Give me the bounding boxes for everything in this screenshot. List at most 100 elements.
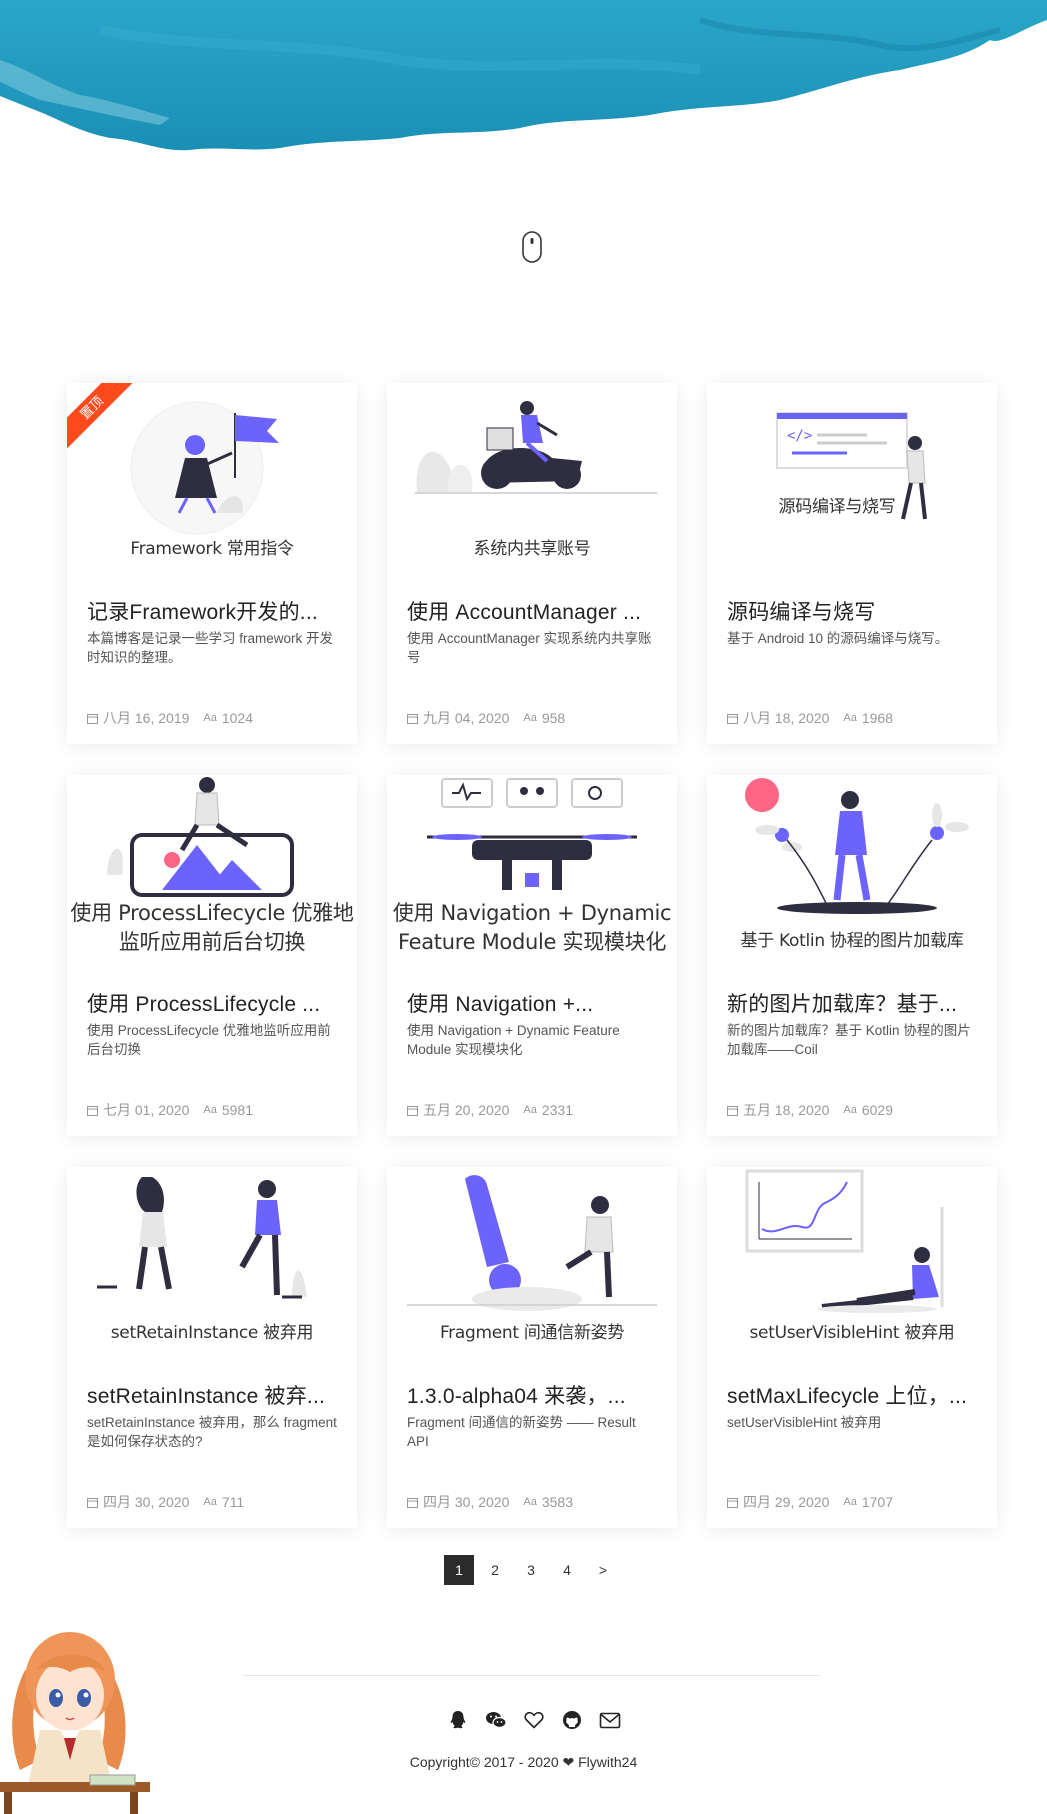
post-meta: 四月 29, 2020 Aa 1707 xyxy=(727,1492,907,1512)
post-date: 四月 30, 2020 xyxy=(87,1492,189,1512)
wechat-icon[interactable] xyxy=(482,1707,510,1733)
post-excerpt: 新的图片加载库？基于 Kotlin 协程的图片加载库——Coil xyxy=(727,1023,971,1057)
post-date-text: 八月 16, 2019 xyxy=(103,710,190,726)
post-views-count: 3583 xyxy=(541,1494,574,1510)
github-icon[interactable] xyxy=(558,1707,586,1733)
post-card[interactable]: setRetainInstance 被弃用 setRetainInstance … xyxy=(67,1167,357,1528)
post-date-text: 五月 18, 2020 xyxy=(743,1102,830,1118)
post-views: Aa 1024 xyxy=(203,710,253,726)
post-views-count: 711 xyxy=(221,1494,245,1510)
post-views: Aa 5981 xyxy=(203,1102,253,1118)
qq-icon[interactable] xyxy=(444,1707,472,1733)
post-views-count: 1024 xyxy=(221,710,254,726)
post-meta: 八月 18, 2020 Aa 1968 xyxy=(727,708,907,728)
calendar-icon xyxy=(407,1105,418,1116)
post-meta: 四月 30, 2020 Aa 711 xyxy=(87,1492,258,1512)
thumbnail-caption: setRetainInstance 被弃用 xyxy=(110,1323,314,1343)
post-views: Aa 6029 xyxy=(843,1102,893,1118)
post-date: 五月 18, 2020 xyxy=(727,1100,829,1120)
post-card[interactable]: Framework 常用指令 置顶 记录Framework开发的... 本篇博客… xyxy=(67,383,357,744)
post-date-text: 九月 04, 2020 xyxy=(423,710,510,726)
calendar-icon xyxy=(87,1105,98,1116)
thumbnail-caption: 使用 Navigation + Dynamic Feature Module 实… xyxy=(392,901,672,954)
views-icon: Aa xyxy=(523,1104,537,1116)
post-excerpt: setUserVisibleHint 被弃用 xyxy=(727,1415,882,1430)
post-title[interactable]: 记录Framework开发的... xyxy=(87,596,339,626)
post-views-count: 1707 xyxy=(861,1494,894,1510)
post-date-text: 四月 30, 2020 xyxy=(103,1494,190,1510)
post-title[interactable]: 源码编译与烧写 xyxy=(727,596,979,626)
post-views-count: 2331 xyxy=(541,1102,574,1118)
post-views: Aa 2331 xyxy=(523,1102,573,1118)
calendar-icon xyxy=(727,713,738,724)
views-icon: Aa xyxy=(203,1496,217,1508)
calendar-icon xyxy=(727,1497,738,1508)
post-title[interactable]: 使用 AccountManager ... xyxy=(407,596,659,626)
calendar-icon xyxy=(407,1497,418,1508)
post-date-text: 八月 18, 2020 xyxy=(743,710,830,726)
post-title[interactable]: setMaxLifecycle 上位，... xyxy=(727,1380,979,1410)
svg-text:</>: </> xyxy=(787,428,812,444)
post-card[interactable]: 基于 Kotlin 协程的图片加载库 新的图片加载库？基于... 新的图片加载库… xyxy=(707,775,997,1136)
post-date-text: 七月 01, 2020 xyxy=(103,1102,190,1118)
views-icon: Aa xyxy=(843,1104,857,1116)
post-card[interactable]: 系统内共享账号 使用 AccountManager ... 使用 Account… xyxy=(387,383,677,744)
post-date: 八月 18, 2020 xyxy=(727,708,829,728)
thumbnail-caption: Framework 常用指令 xyxy=(130,539,294,559)
calendar-icon xyxy=(87,1497,98,1508)
post-meta: 五月 18, 2020 Aa 6029 xyxy=(727,1100,907,1120)
thumbnail-caption: 源码编译与烧写 xyxy=(778,497,896,517)
post-thumbnail: 系统内共享账号 xyxy=(387,383,677,573)
post-excerpt: 使用 ProcessLifecycle 优雅地监听应用前后台切换 xyxy=(87,1023,331,1057)
post-thumbnail: setRetainInstance 被弃用 xyxy=(67,1167,357,1357)
heart-icon[interactable] xyxy=(520,1707,548,1733)
thumbnail-caption: 使用 ProcessLifecycle 优雅地监听应用前后台切换 xyxy=(70,901,354,954)
page-2-button[interactable]: 2 xyxy=(480,1555,510,1585)
post-thumbnail: 使用 Navigation + Dynamic Feature Module 实… xyxy=(387,775,677,965)
post-title[interactable]: setRetainInstance 被弃... xyxy=(87,1380,339,1410)
post-meta: 五月 20, 2020 Aa 2331 xyxy=(407,1100,587,1120)
views-icon: Aa xyxy=(843,1496,857,1508)
page-4-button[interactable]: 4 xyxy=(552,1555,582,1585)
post-thumbnail: </> 源码编译与烧写 xyxy=(707,383,997,573)
post-excerpt: 基于 Android 10 的源码编译与烧写。 xyxy=(727,631,949,646)
views-icon: Aa xyxy=(203,1104,217,1116)
post-title[interactable]: 新的图片加载库？基于... xyxy=(727,988,979,1018)
calendar-icon xyxy=(727,1105,738,1116)
mail-icon[interactable] xyxy=(596,1707,624,1733)
page-3-button[interactable]: 3 xyxy=(516,1555,546,1585)
views-icon: Aa xyxy=(843,712,857,724)
mouse-scroll-icon[interactable] xyxy=(520,230,544,264)
hero-banner xyxy=(0,0,1047,165)
calendar-icon xyxy=(407,713,418,724)
post-date: 八月 16, 2019 xyxy=(87,708,189,728)
post-views-count: 5981 xyxy=(221,1102,254,1118)
post-title[interactable]: 1.3.0-alpha04 来袭，... xyxy=(407,1380,659,1410)
thumbnail-caption: 系统内共享账号 xyxy=(473,539,591,559)
post-date-text: 四月 29, 2020 xyxy=(743,1494,830,1510)
post-thumbnail: 使用 ProcessLifecycle 优雅地监听应用前后台切换 xyxy=(67,775,357,965)
post-views: Aa 711 xyxy=(203,1494,244,1510)
post-card[interactable]: </> 源码编译与烧写 源码编译与烧写 基于 Android 10 的源码编译与… xyxy=(707,383,997,744)
post-card[interactable]: 使用 Navigation + Dynamic Feature Module 实… xyxy=(387,775,677,1136)
social-links xyxy=(444,1707,634,1733)
thumbnail-caption: Fragment 间通信新姿势 xyxy=(439,1323,625,1343)
post-title[interactable]: 使用 Navigation +... xyxy=(407,988,659,1018)
post-card[interactable]: setUserVisibleHint 被弃用 setMaxLifecycle 上… xyxy=(707,1167,997,1528)
post-excerpt: 使用 Navigation + Dynamic Feature Module 实… xyxy=(407,1023,620,1057)
post-card[interactable]: 使用 ProcessLifecycle 优雅地监听应用前后台切换 使用 Proc… xyxy=(67,775,357,1136)
post-title[interactable]: 使用 ProcessLifecycle ... xyxy=(87,988,339,1018)
post-meta: 八月 16, 2019 Aa 1024 xyxy=(87,708,267,728)
post-excerpt: 使用 AccountManager 实现系统内共享账号 xyxy=(407,631,652,665)
pagination: 1 2 3 4 > xyxy=(444,1555,624,1585)
mascot-widget[interactable] xyxy=(0,1610,150,1814)
page-1-button[interactable]: 1 xyxy=(444,1555,474,1585)
post-card[interactable]: Fragment 间通信新姿势 1.3.0-alpha04 来袭，... Fra… xyxy=(387,1167,677,1528)
post-thumbnail: 基于 Kotlin 协程的图片加载库 xyxy=(707,775,997,965)
post-date: 九月 04, 2020 xyxy=(407,708,509,728)
post-date: 四月 30, 2020 xyxy=(407,1492,509,1512)
next-page-button[interactable]: > xyxy=(588,1555,618,1585)
post-date: 七月 01, 2020 xyxy=(87,1100,189,1120)
post-excerpt: Fragment 间通信的新姿势 —— Result API xyxy=(407,1415,636,1449)
thumbnail-caption: 基于 Kotlin 协程的图片加载库 xyxy=(740,931,964,951)
